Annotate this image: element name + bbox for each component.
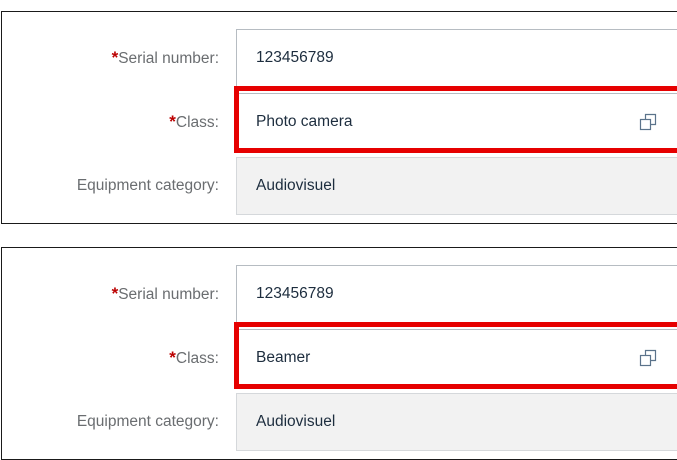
serial-number-label-text: Serial number:	[118, 50, 219, 67]
equipment-category-value: Audiovisuel	[256, 177, 336, 194]
serial-number-label: *Serial number:	[2, 29, 219, 87]
equipment-category-label: Equipment category:	[76, 177, 219, 194]
value-help-icon[interactable]	[639, 113, 657, 131]
class-input[interactable]: Photo camera	[236, 93, 677, 151]
equipment-category-row: Equipment category: Audiovisuel	[2, 157, 677, 215]
equipment-category-label: Equipment category:	[76, 413, 219, 430]
required-asterisk: *	[169, 112, 176, 131]
serial-number-row: *Serial number: 123456789	[2, 29, 677, 87]
class-value: Beamer	[256, 349, 311, 366]
serial-number-value: 123456789	[256, 49, 334, 66]
equipment-category-field: Audiovisuel	[236, 393, 677, 451]
class-value: Photo camera	[256, 113, 353, 130]
class-input[interactable]: Beamer	[236, 329, 677, 387]
class-row: *Class: Photo camera	[2, 86, 677, 153]
equipment-form-panel-1: *Serial number: 123456789 *Class: Photo …	[1, 11, 677, 224]
serial-number-input[interactable]: 123456789	[236, 29, 677, 87]
class-label: *Class:	[2, 93, 219, 151]
required-asterisk: *	[169, 348, 176, 367]
serial-number-row: *Serial number: 123456789	[2, 265, 677, 323]
equipment-form-panel-2: *Serial number: 123456789 *Class: Beamer…	[1, 247, 677, 460]
class-label: *Class:	[2, 329, 219, 387]
serial-number-value: 123456789	[256, 285, 334, 302]
serial-number-label-text: Serial number:	[118, 286, 219, 303]
class-label-text: Class:	[175, 114, 219, 131]
equipment-category-value: Audiovisuel	[256, 413, 336, 430]
class-row: *Class: Beamer	[2, 322, 677, 389]
value-help-icon[interactable]	[639, 349, 657, 367]
serial-number-input[interactable]: 123456789	[236, 265, 677, 323]
class-label-text: Class:	[175, 350, 219, 367]
equipment-category-field: Audiovisuel	[236, 157, 677, 215]
serial-number-label: *Serial number:	[2, 265, 219, 323]
equipment-category-row: Equipment category: Audiovisuel	[2, 393, 677, 451]
